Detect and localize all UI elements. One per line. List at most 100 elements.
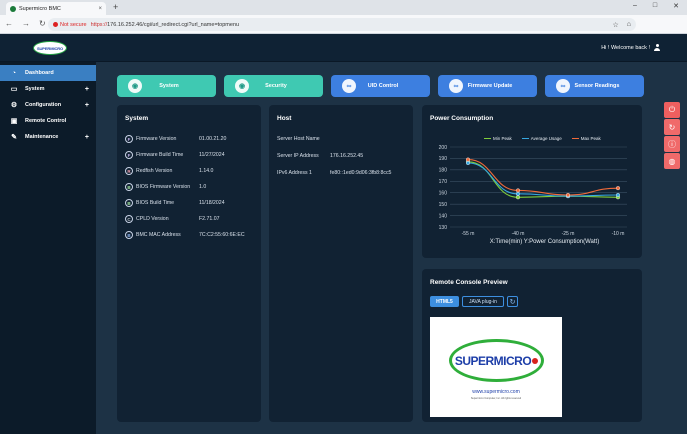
power-consumption-panel: Power Consumption Min Peak Average Usage… <box>422 105 642 258</box>
welcome-text[interactable]: Hi ! Welcome back ! <box>601 44 660 51</box>
power-icon[interactable]: ⏻ <box>664 102 680 118</box>
system-row: C CPLD Version F2.71.07 <box>125 215 219 223</box>
not-secure-badge[interactable]: Not secure <box>53 22 87 28</box>
address-bar-row: ← → ↻ Not secure https:// 176.16.252.46/… <box>0 15 687 42</box>
remote-console-panel: Remote Console Preview HTML5 JAVA plug-i… <box>422 269 642 422</box>
quick-security-button[interactable]: ◉ Security <box>224 75 323 97</box>
firmware-badge-icon: F <box>125 135 133 143</box>
system-row: F Firmware Build Time 11/27/2024 <box>125 151 225 159</box>
monitor-icon: ▭ <box>10 86 18 93</box>
power-actions: ⏻ ↻ ⓘ ◍ <box>664 102 680 170</box>
data-point <box>615 186 620 191</box>
data-point <box>565 192 570 197</box>
preview-small-text: Supermicro Computer, Inc. All rights res… <box>470 397 522 400</box>
host-panel-title: Host <box>277 115 292 122</box>
system-row: F Firmware Version 01.00.21.20 <box>125 135 226 143</box>
sidebar-item-remote-control[interactable]: ▣ Remote Control <box>0 113 96 129</box>
warning-icon <box>53 22 58 27</box>
data-point <box>515 195 520 200</box>
series-line <box>467 159 619 196</box>
y-tick-label: 140 <box>439 213 448 219</box>
preview-url-text: www.supermicro.com <box>472 389 520 395</box>
power-chart: 130 140 150 160 170 180 190 200 -55 m -40 m -25 m -… <box>439 145 627 245</box>
wrench-icon: ✎ <box>11 134 17 141</box>
java-plugin-button[interactable]: JAVA plug-in <box>462 296 504 307</box>
supermicro-preview-logo: SUPERMICRO <box>449 339 544 382</box>
minimize-icon[interactable]: – <box>633 2 637 10</box>
sidebar-item-maintenance[interactable]: ✎ Maintenance + <box>0 129 96 145</box>
data-point <box>466 161 471 166</box>
y-tick-label: 200 <box>439 145 448 151</box>
y-tick-label: 170 <box>439 179 448 185</box>
link-icon: ∞ <box>342 79 356 93</box>
data-point <box>466 157 471 162</box>
data-point <box>515 191 520 196</box>
data-point <box>515 188 520 193</box>
bios-badge-icon: B <box>125 183 133 191</box>
x-tick-label: -25 m <box>562 231 575 237</box>
url-text: 176.16.252.46/cgi/url_redirect.cgi?url_n… <box>107 21 240 28</box>
url-scheme: https:// <box>90 21 108 28</box>
system-row: B BMC MAC Address 7C:C2:55:60:6E:EC <box>125 231 245 239</box>
link-icon: ∞ <box>556 79 570 93</box>
sidebar-item-dashboard[interactable]: ◔ Dashboard <box>0 65 96 81</box>
system-row: B BIOS Firmware Version 1.0 <box>125 183 206 191</box>
quick-system-button[interactable]: ◉ System <box>117 75 216 97</box>
reload-icon[interactable]: ↻ <box>39 19 46 28</box>
speedometer-icon: ◔ <box>11 69 17 77</box>
remote-desktop-icon: ▣ <box>10 118 18 125</box>
window-controls: – □ ✕ <box>633 2 679 10</box>
sidebar-item-configuration[interactable]: ⚙ Configuration + <box>0 97 96 113</box>
host-row: IPv6 Address 1 fe80::1ed0:9d06:3fb8:8cc5 <box>277 170 392 176</box>
x-axis-label: X:Time(min) Y:Power Consumption(Watt) <box>490 239 599 245</box>
host-row: Server Host Name <box>277 136 320 142</box>
quick-sensor-readings-button[interactable]: ∞ Sensor Readings <box>545 75 644 97</box>
sidebar: ◔ Dashboard ▭ System + ⚙ Configuration +… <box>0 62 96 434</box>
url-field[interactable]: Not secure https:// 176.16.252.46/cgi/ur… <box>48 18 636 31</box>
supermicro-logo: SUPERMICRO <box>33 41 67 55</box>
cpld-badge-icon: C <box>125 215 133 223</box>
globe-icon[interactable]: ◍ <box>664 153 680 169</box>
close-window-icon[interactable]: ✕ <box>673 2 679 10</box>
system-row: R Redfish Version 1.14.0 <box>125 167 213 175</box>
redfish-badge-icon: R <box>125 167 133 175</box>
new-tab-button[interactable]: + <box>113 2 118 13</box>
bios-badge-icon: B <box>125 199 133 207</box>
browser-tab[interactable]: Supermicro BMC × <box>6 2 106 15</box>
sidebar-item-system[interactable]: ▭ System + <box>0 81 96 97</box>
html5-button[interactable]: HTML5 <box>430 296 459 307</box>
quick-uid-control-button[interactable]: ∞ UID Control <box>331 75 430 97</box>
app-header: SUPERMICRO Hi ! Welcome back ! <box>0 34 687 62</box>
firmware-badge-icon: F <box>125 151 133 159</box>
user-icon[interactable] <box>654 44 660 51</box>
y-tick-label: 180 <box>439 168 448 174</box>
console-preview[interactable]: SUPERMICRO www.supermicro.com Supermicro… <box>430 317 562 417</box>
system-row: B BIOS Build Time 11/18/2024 <box>125 199 225 207</box>
bmc-badge-icon: B <box>125 231 133 239</box>
reset-icon[interactable]: ↻ <box>664 119 680 135</box>
favicon-icon <box>10 5 16 12</box>
x-tick-label: -55 m <box>462 231 475 237</box>
remote-panel-title: Remote Console Preview <box>430 279 508 286</box>
tab-close-icon[interactable]: × <box>98 6 102 12</box>
back-icon[interactable]: ← <box>5 19 13 28</box>
expand-icon[interactable]: + <box>85 86 89 93</box>
info-icon[interactable]: ⓘ <box>664 136 680 152</box>
tab-title: Supermicro BMC <box>19 5 61 12</box>
expand-icon[interactable]: + <box>85 134 89 141</box>
refresh-icon[interactable]: ↻ <box>507 296 518 307</box>
y-tick-label: 190 <box>439 156 448 162</box>
quick-firmware-update-button[interactable]: ∞ Firmware Update <box>438 75 537 97</box>
expand-icon[interactable]: + <box>85 102 89 109</box>
host-panel: Host Server Host Name Server IP Address … <box>269 105 413 422</box>
gear-icon: ⚙ <box>10 102 18 109</box>
security-icon: ◉ <box>235 79 249 93</box>
maximize-icon[interactable]: □ <box>653 2 657 10</box>
system-panel-title: System <box>125 115 149 122</box>
read-mode-icon[interactable]: ⌂ <box>627 21 631 29</box>
logo-red-dot <box>532 357 539 364</box>
forward-icon[interactable]: → <box>22 19 30 28</box>
link-icon: ∞ <box>449 79 463 93</box>
star-icon[interactable]: ☆ <box>612 21 618 29</box>
x-tick-label: -40 m <box>512 231 525 237</box>
